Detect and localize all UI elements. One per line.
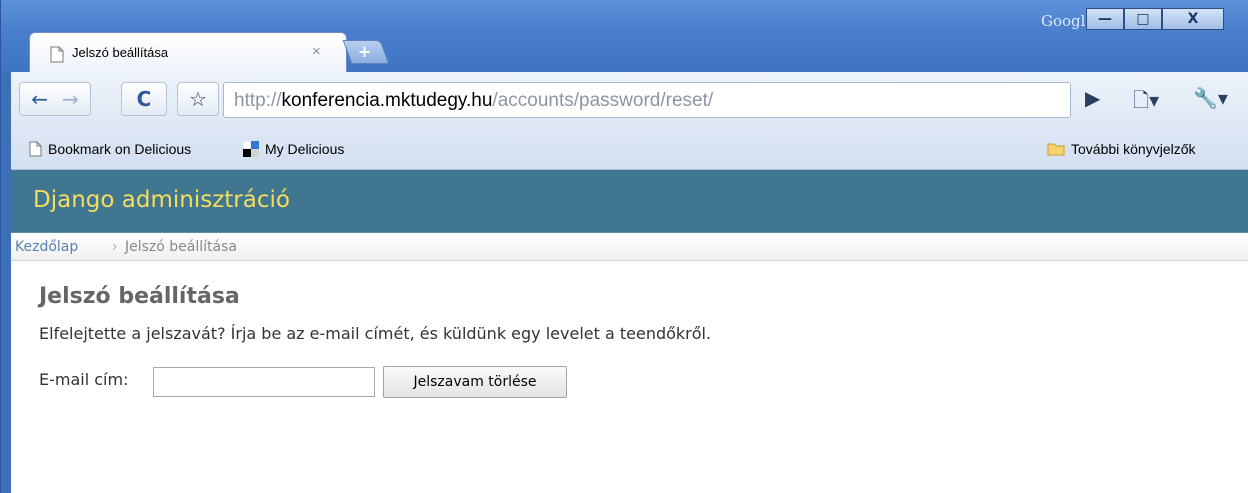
window-controls: — □ X <box>1086 8 1224 30</box>
plus-icon: + <box>357 42 372 61</box>
reload-icon: C <box>136 87 152 111</box>
breadcrumb-separator: › <box>112 239 118 255</box>
other-bookmarks-label: További könyvjelzők <box>1071 141 1196 157</box>
close-window-button[interactable]: X <box>1162 8 1224 30</box>
bookmark-label: Bookmark on Delicious <box>48 141 192 157</box>
browser-window: Google — □ X Jelszó beállítása × + ← → C… <box>0 0 1248 493</box>
email-label: E-mail cím: <box>39 370 129 389</box>
go-icon[interactable]: ▶ <box>1085 86 1100 110</box>
bookmark-star-button[interactable]: ☆ <box>177 82 219 116</box>
email-field[interactable] <box>153 367 375 397</box>
bookmark-item-delicious-bookmark[interactable]: Bookmark on Delicious <box>29 141 191 157</box>
intro-text: Elfelejtette a jelszavát? Írja be az e-m… <box>39 324 712 343</box>
tab-close-icon[interactable]: × <box>312 43 321 60</box>
bookmarks-bar: Bookmark on Delicious My Delicious Továb… <box>11 130 1248 170</box>
new-tab-button[interactable]: + <box>342 40 390 64</box>
url-text: http://konferencia.mktudegy.hu/accounts/… <box>234 90 713 112</box>
tools-menu-icon[interactable]: 🔧▾ <box>1193 86 1228 110</box>
title-bar: Google — □ X Jelszó beállítása × + <box>1 0 1248 72</box>
delicious-icon <box>243 141 259 157</box>
minimize-button[interactable]: — <box>1086 8 1124 30</box>
admin-header: Django adminisztráció <box>11 170 1248 233</box>
page-icon <box>50 46 64 63</box>
url-scheme: http:// <box>234 90 282 111</box>
reload-button[interactable]: C <box>121 82 167 116</box>
tab-active[interactable]: Jelszó beállítása × <box>29 32 347 72</box>
breadcrumb-home-link[interactable]: Kezdőlap <box>15 239 78 255</box>
breadcrumb: Kezdőlap › Jelszó beállítása <box>11 233 1248 261</box>
page-menu-icon[interactable]: 🗋▾ <box>1133 86 1159 120</box>
page-content: Django adminisztráció Kezdőlap › Jelszó … <box>11 170 1248 493</box>
bookmark-item-my-delicious[interactable]: My Delicious <box>243 141 344 157</box>
forward-icon[interactable]: → <box>62 87 79 111</box>
page-icon <box>29 141 42 157</box>
close-icon: X <box>1187 11 1199 27</box>
star-icon: ☆ <box>189 87 207 111</box>
back-forward-buttons: ← → <box>19 82 91 116</box>
maximize-icon: □ <box>1136 11 1150 27</box>
page-title: Jelszó beállítása <box>39 284 240 309</box>
breadcrumb-current: Jelszó beállítása <box>125 239 237 255</box>
folder-icon <box>1047 143 1065 156</box>
url-domain: konferencia.mktudegy.hu <box>281 90 493 111</box>
back-icon[interactable]: ← <box>31 87 48 111</box>
site-title: Django adminisztráció <box>33 187 290 213</box>
other-bookmarks[interactable]: További könyvjelzők <box>1047 141 1196 157</box>
maximize-button[interactable]: □ <box>1124 8 1162 30</box>
toolbar: ← → C ☆ http://konferencia.mktudegy.hu/a… <box>11 72 1248 130</box>
address-bar[interactable]: http://konferencia.mktudegy.hu/accounts/… <box>223 82 1071 118</box>
bookmark-label: My Delicious <box>265 141 345 157</box>
reset-password-button[interactable]: Jelszavam törlése <box>383 366 567 398</box>
tab-title: Jelszó beállítása <box>72 45 169 60</box>
url-path: /accounts/password/reset/ <box>492 90 714 111</box>
minimize-icon: — <box>1098 11 1112 27</box>
